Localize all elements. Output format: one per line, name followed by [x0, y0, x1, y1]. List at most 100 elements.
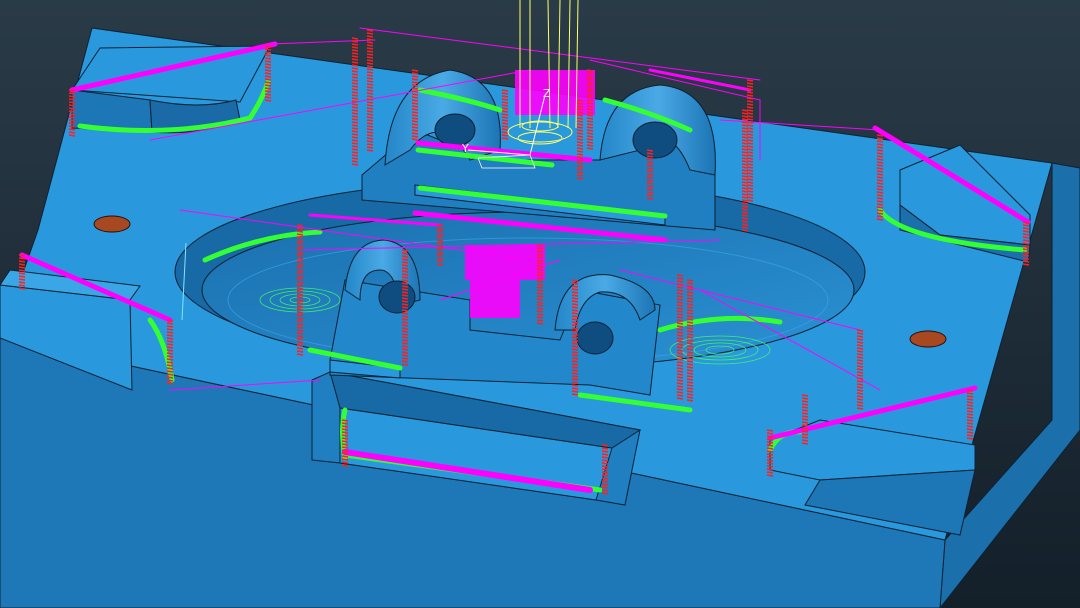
plunge-tick — [401, 279, 409, 282]
plunge-tick — [586, 108, 594, 111]
plunge-tick — [856, 359, 864, 362]
plunge-tick — [746, 157, 754, 160]
plunge-tick — [536, 304, 544, 307]
plunge-tick — [686, 369, 694, 372]
plunge-tick — [341, 464, 349, 467]
plunge-tick — [401, 267, 409, 270]
plunge-tick — [746, 88, 754, 91]
plunge-tick — [166, 322, 174, 325]
plunge-tick — [576, 153, 584, 156]
plunge-tick — [501, 125, 509, 128]
plunge-tick — [366, 53, 374, 56]
plunge-tick — [856, 368, 864, 371]
plunge-tick — [746, 103, 754, 106]
plunge-tick — [366, 86, 374, 89]
plunge-tick — [401, 339, 409, 342]
plunge-tick — [686, 387, 694, 390]
plunge-tick — [264, 66, 272, 69]
plunge-tick — [571, 321, 579, 324]
plunge-tick — [366, 146, 374, 149]
plunge-tick — [586, 126, 594, 129]
plunge-tick — [876, 182, 884, 185]
plunge-tick — [966, 392, 974, 395]
plunge-tick — [351, 148, 359, 151]
plunge-tick — [401, 354, 409, 357]
plunge-tick — [576, 114, 584, 117]
plunge-tick — [18, 263, 26, 266]
plunge-tick — [366, 104, 374, 107]
plunge-tick — [646, 164, 654, 167]
plunge-tick — [601, 456, 609, 459]
plunge-tick — [401, 348, 409, 351]
plunge-tick — [501, 119, 509, 122]
plunge-tick — [264, 60, 272, 63]
plunge-tick — [766, 450, 774, 453]
plunge-tick — [746, 121, 754, 124]
plunge-tick — [296, 260, 304, 263]
plunge-tick — [686, 375, 694, 378]
plunge-tick — [436, 263, 444, 266]
plunge-tick — [571, 372, 579, 375]
plunge-tick — [411, 96, 419, 99]
plunge-tick — [366, 92, 374, 95]
plunge-tick — [576, 174, 584, 177]
plunge-tick — [366, 56, 374, 59]
plunge-tick — [264, 54, 272, 57]
axis-y-label: Y — [461, 142, 469, 155]
plunge-tick — [676, 328, 684, 331]
plunge-tick — [746, 82, 754, 85]
cam-3d-viewport[interactable]: Z Y — [0, 0, 1080, 608]
plunge-tick — [856, 332, 864, 335]
plunge-tick — [536, 280, 544, 283]
plunge-tick — [856, 362, 864, 365]
plunge-tick — [536, 253, 544, 256]
plunge-tick — [766, 453, 774, 456]
plunge-tick — [746, 136, 754, 139]
plunge-tick — [501, 110, 509, 113]
plunge-tick — [601, 471, 609, 474]
plunge-tick — [1022, 263, 1030, 266]
plunge-tick — [741, 202, 749, 205]
plunge-tick — [801, 430, 809, 433]
plunge-tick — [501, 101, 509, 104]
plunge-tick — [586, 87, 594, 90]
plunge-tick — [876, 188, 884, 191]
plunge-tick — [166, 382, 174, 385]
plunge-tick — [351, 115, 359, 118]
plunge-tick — [876, 161, 884, 164]
plunge-tick — [501, 137, 509, 140]
plunge-tick — [501, 122, 509, 125]
plunge-tick — [68, 101, 76, 104]
plunge-tick — [746, 142, 754, 145]
plunge-tick — [436, 248, 444, 251]
plunge-tick — [401, 324, 409, 327]
plunge-tick — [576, 102, 584, 105]
plunge-tick — [341, 446, 349, 449]
plunge-tick — [341, 443, 349, 446]
plunge-tick — [746, 154, 754, 157]
plunge-tick — [676, 310, 684, 313]
plunge-tick — [68, 128, 76, 131]
plunge-tick — [1022, 224, 1030, 227]
plunge-tick — [411, 90, 419, 93]
plunge-tick — [68, 107, 76, 110]
plunge-tick — [411, 99, 419, 102]
plunge-tick — [296, 245, 304, 248]
plunge-tick — [166, 358, 174, 361]
plunge-tick — [766, 429, 774, 432]
plunge-tick — [686, 390, 694, 393]
plunge-tick — [856, 353, 864, 356]
plunge-tick — [296, 239, 304, 242]
plunge-tick — [686, 345, 694, 348]
plunge-tick — [166, 373, 174, 376]
plunge-tick — [366, 35, 374, 38]
plunge-tick — [1022, 233, 1030, 236]
plunge-tick — [686, 324, 694, 327]
plunge-tick — [501, 128, 509, 131]
plunge-tick — [18, 257, 26, 260]
plunge-tick — [166, 370, 174, 373]
plunge-tick — [341, 422, 349, 425]
plunge-tick — [856, 350, 864, 353]
plunge-tick — [536, 292, 544, 295]
plunge-tick — [746, 91, 754, 94]
